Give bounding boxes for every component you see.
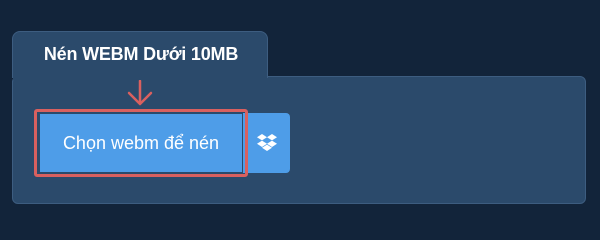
arrow-down-icon (127, 80, 153, 106)
compress-widget: Nén WEBM Dưới 10MB Chọn webm để nén (0, 0, 600, 230)
dropbox-button[interactable] (243, 113, 290, 173)
tab-compress-webm[interactable]: Nén WEBM Dưới 10MB (12, 31, 268, 78)
highlight-frame (34, 109, 248, 177)
dropbox-icon (256, 134, 277, 151)
tab-title: Nén WEBM Dưới 10MB (43, 44, 239, 64)
